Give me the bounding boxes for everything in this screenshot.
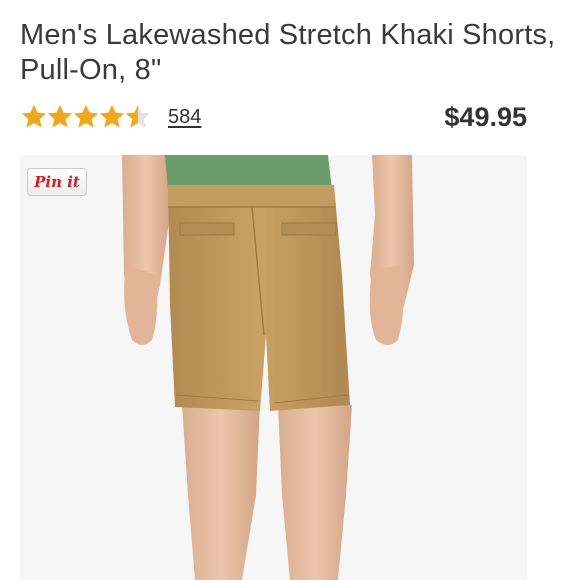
star-rating[interactable] xyxy=(20,100,151,134)
review-count-link[interactable]: 584 xyxy=(168,106,201,129)
product-image xyxy=(20,155,527,580)
product-title: Men's Lakewashed Stretch Khaki Shorts, P… xyxy=(20,19,556,86)
pinterest-pin-it-button[interactable]: Pin it xyxy=(27,168,87,196)
star-icon xyxy=(99,104,125,128)
star-icon xyxy=(21,104,47,128)
rating-row: 584 $49.95 xyxy=(20,100,527,134)
shorts-back-view-illustration xyxy=(20,155,527,580)
pinterest-pin-it-icon: Pin it xyxy=(34,173,80,191)
product-price: $49.95 xyxy=(444,102,527,132)
star-icon xyxy=(47,104,73,128)
star-icon xyxy=(73,104,99,128)
star-icon xyxy=(125,104,151,128)
